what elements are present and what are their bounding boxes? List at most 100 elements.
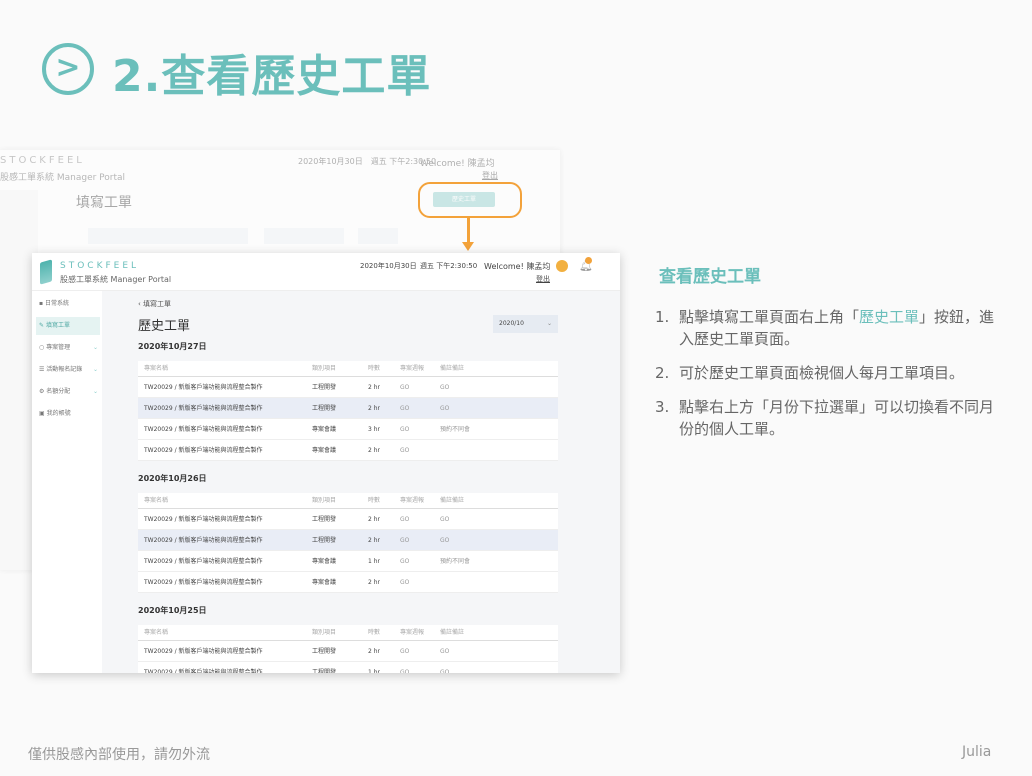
column-header: 備註備註 bbox=[440, 365, 465, 372]
chevron-right-circle-icon: > bbox=[42, 43, 94, 95]
row-link[interactable]: GO bbox=[400, 419, 409, 440]
table-cell: 工程開發 bbox=[312, 648, 337, 655]
chevron-down-icon: ⌄ bbox=[92, 366, 98, 373]
row-link[interactable]: GO bbox=[440, 377, 449, 398]
table-cell: 工程開發 bbox=[312, 669, 337, 673]
table-row[interactable]: TW20029 / 新版客戶端功能與流程整合製作 工程開發 2 hr GO GO bbox=[138, 377, 558, 398]
table-cell: TW20029 / 新版客戶端功能與流程整合製作 bbox=[144, 516, 263, 523]
history-worksheet-screenshot: STOCKFEEL 股感工單系統 Manager Portal 2020年10月… bbox=[32, 253, 620, 673]
logout-link[interactable]: 登出 bbox=[536, 274, 550, 284]
column-header: 備註備註 bbox=[440, 629, 465, 636]
step-number: 2. bbox=[655, 364, 670, 382]
sidebar-item[interactable]: ○ 專案管理 ⌄ bbox=[36, 339, 100, 357]
table-cell: 2 hr bbox=[368, 516, 380, 523]
table-row[interactable]: TW20029 / 新版客戶端功能與流程整合製作 專案會議 3 hr GO 預約不同會 bbox=[138, 419, 558, 440]
table-cell: TW20029 / 新版客戶端功能與流程整合製作 bbox=[144, 648, 263, 655]
table-cell: 2 hr bbox=[368, 384, 380, 391]
row-link[interactable]: GO bbox=[400, 530, 409, 551]
table-cell: 2 hr bbox=[368, 648, 380, 655]
bg-subtitle: 股感工單系統 Manager Portal bbox=[0, 173, 126, 183]
table-header: 專案名稱 類別項目 時數 專案週報 備註備註 bbox=[138, 493, 558, 509]
group-date: 2020年10月26日 bbox=[138, 474, 207, 483]
row-link[interactable]: GO bbox=[400, 551, 409, 572]
table-cell: TW20029 / 新版客戶端功能與流程整合製作 bbox=[144, 558, 263, 565]
table-cell: TW20029 / 新版客戶端功能與流程整合製作 bbox=[144, 405, 263, 412]
bg-welcome: Welcome! 陳孟均 bbox=[420, 159, 495, 169]
row-link[interactable]: GO bbox=[400, 377, 409, 398]
sidebar-item[interactable]: ☰ 活動報名記錄 ⌄ bbox=[36, 361, 100, 379]
stockfeel-logo-icon bbox=[40, 259, 52, 285]
table-cell: TW20029 / 新版客戶端功能與流程整合製作 bbox=[144, 537, 263, 544]
row-link[interactable]: GO bbox=[400, 398, 409, 419]
avatar[interactable] bbox=[556, 260, 568, 272]
table-cell: TW20029 / 新版客戶端功能與流程整合製作 bbox=[144, 579, 263, 586]
back-label: 填寫工單 bbox=[143, 300, 172, 308]
table-cell: 工程開發 bbox=[312, 405, 337, 412]
step-text: 可於歷史工單頁面檢視個人每月工單項目。 bbox=[679, 364, 965, 382]
table-row[interactable]: TW20029 / 新版客戶端功能與流程整合製作 工程開發 2 hr GO GO bbox=[138, 641, 558, 662]
slide-title: 2.查看歷史工單 bbox=[112, 51, 432, 102]
column-header: 時數 bbox=[368, 365, 381, 372]
table-row[interactable]: TW20029 / 新版客戶端功能與流程整合製作 專案會議 2 hr GO bbox=[138, 440, 558, 461]
table-row[interactable]: TW20029 / 新版客戶端功能與流程整合製作 專案會議 1 hr GO 預約不同會 bbox=[138, 551, 558, 572]
bg-date: 2020年10月30日 週五 下午2:30:50 bbox=[298, 157, 437, 166]
month-value: 2020/10 bbox=[499, 320, 524, 327]
row-link[interactable]: GO bbox=[440, 641, 449, 662]
worksheet-table: 專案名稱 類別項目 時數 專案週報 備註備註 TW20029 / 新版客戶端功能與流程整合… bbox=[138, 361, 558, 461]
table-row[interactable]: TW20029 / 新版客戶端功能與流程整合製作 工程開發 2 hr GO GO bbox=[138, 398, 558, 419]
table-cell: TW20029 / 新版客戶端功能與流程整合製作 bbox=[144, 669, 263, 673]
sidebar-item[interactable]: ▣ 我的帳號 bbox=[36, 405, 100, 423]
table-cell: 1 hr bbox=[368, 669, 380, 673]
group-date: 2020年10月25日 bbox=[138, 606, 207, 615]
table-cell: 2 hr bbox=[368, 447, 380, 454]
step-text: 點擊填寫工單頁面右上角「 bbox=[679, 308, 860, 326]
table-row[interactable]: TW20029 / 新版客戶端功能與流程整合製作 工程開發 2 hr GO GO bbox=[138, 530, 558, 551]
row-link[interactable]: GO bbox=[440, 509, 449, 530]
step: 3. 點擊右上方「月份下拉選單」可以切換看不同月份的個人工單。 bbox=[655, 396, 995, 440]
row-link[interactable]: GO bbox=[400, 641, 409, 662]
column-header: 類別項目 bbox=[312, 365, 337, 372]
row-link[interactable]: GO bbox=[440, 662, 449, 673]
column-header: 類別項目 bbox=[312, 497, 337, 504]
table-cell: 3 hr bbox=[368, 426, 380, 433]
step: 2. 可於歷史工單頁面檢視個人每月工單項目。 bbox=[655, 362, 995, 384]
back-link[interactable]: ‹ 填寫工單 bbox=[138, 299, 171, 309]
row-link[interactable]: GO bbox=[400, 440, 409, 461]
group-date: 2020年10月27日 bbox=[138, 342, 207, 351]
bg-brand: STOCKFEEL bbox=[0, 155, 85, 166]
row-link[interactable]: 預約不同會 bbox=[440, 551, 470, 572]
row-link[interactable]: GO bbox=[400, 572, 409, 593]
notification-badge bbox=[585, 257, 592, 264]
sidebar-item-active[interactable]: ✎ 填寫工單 bbox=[36, 317, 100, 335]
table-cell: TW20029 / 新版客戶端功能與流程整合製作 bbox=[144, 426, 263, 433]
sidebar-label: 活動報名記錄 bbox=[46, 366, 83, 373]
sidebar-item[interactable]: ▪ 日常系統 bbox=[36, 295, 100, 313]
row-link[interactable]: GO bbox=[400, 662, 409, 673]
table-cell: 專案會議 bbox=[312, 579, 337, 586]
column-header: 時數 bbox=[368, 497, 381, 504]
column-header: 類別項目 bbox=[312, 629, 337, 636]
month-select[interactable]: 2020/10 ⌄ bbox=[493, 315, 558, 333]
sidebar-label: 填寫工單 bbox=[45, 322, 70, 329]
table-header: 專案名稱 類別項目 時數 專案週報 備註備註 bbox=[138, 361, 558, 377]
row-link[interactable]: 預約不同會 bbox=[440, 419, 470, 440]
row-link[interactable]: GO bbox=[440, 398, 449, 419]
table-cell: 專案會議 bbox=[312, 447, 337, 454]
worksheet-table: 專案名稱 類別項目 時數 專案週報 備註備註 TW20029 / 新版客戶端功能與流程整合… bbox=[138, 493, 558, 593]
date: 2020年10月30日 bbox=[360, 262, 417, 270]
chevron-down-icon: ⌄ bbox=[546, 320, 552, 327]
table-row[interactable]: TW20029 / 新版客戶端功能與流程整合製作 工程開發 2 hr GO GO bbox=[138, 509, 558, 530]
table-row[interactable]: TW20029 / 新版客戶端功能與流程整合製作 工程開發 1 hr GO GO bbox=[138, 662, 558, 673]
column-header: 時數 bbox=[368, 629, 381, 636]
chevron-down-icon: ⌄ bbox=[92, 388, 98, 395]
row-link[interactable]: GO bbox=[440, 530, 449, 551]
brand: STOCKFEEL bbox=[60, 261, 140, 271]
table-cell: 專案會議 bbox=[312, 558, 337, 565]
row-link[interactable]: GO bbox=[400, 509, 409, 530]
footer-disclaimer: 僅供股感內部使用，請勿外流 bbox=[28, 747, 210, 763]
table-cell: 專案會議 bbox=[312, 426, 337, 433]
bg-input bbox=[358, 228, 398, 244]
table-row[interactable]: TW20029 / 新版客戶端功能與流程整合製作 專案會議 2 hr GO bbox=[138, 572, 558, 593]
sidebar-item[interactable]: ⚙ 名額分配 ⌄ bbox=[36, 383, 100, 401]
header: STOCKFEEL 股感工單系統 Manager Portal 2020年10月… bbox=[32, 253, 620, 291]
